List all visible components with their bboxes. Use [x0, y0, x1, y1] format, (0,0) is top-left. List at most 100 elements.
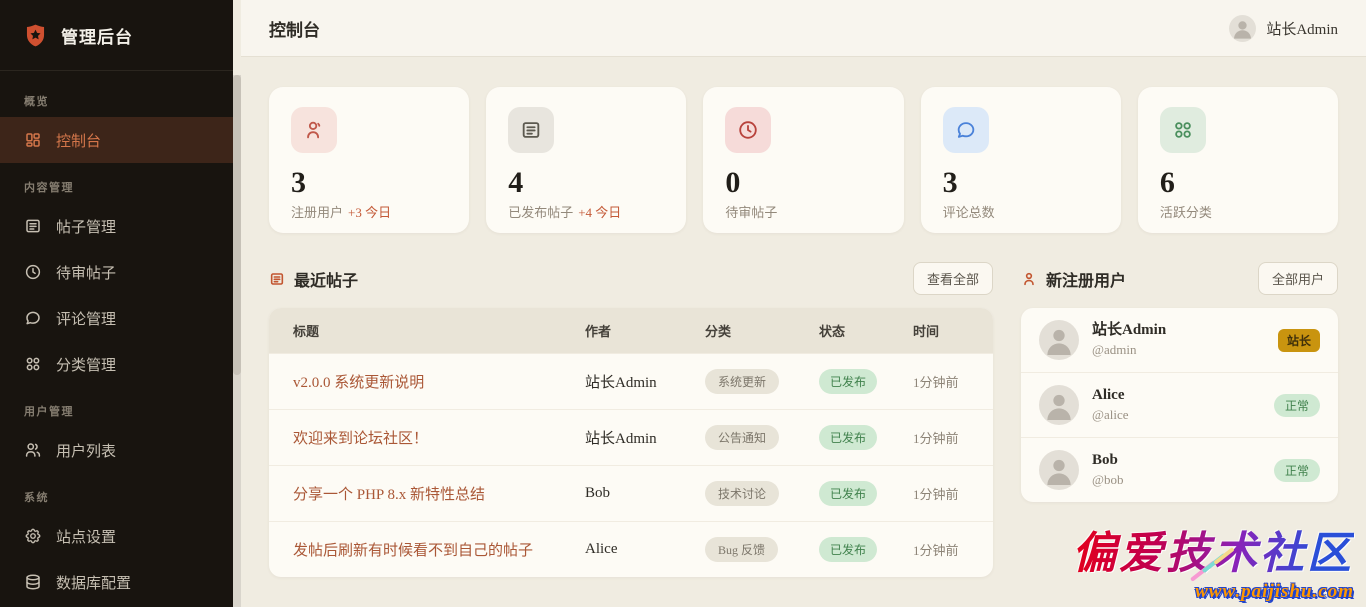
sidebar-item-site-settings[interactable]: 站点设置: [0, 513, 233, 559]
stat-value: 3: [291, 166, 447, 199]
clock-icon: [725, 107, 771, 153]
table-row: v2.0.0 系统更新说明 站长Admin 系统更新 已发布 1分钟前: [269, 354, 993, 410]
stat-card-active-categories: 6 活跃分类: [1138, 87, 1338, 233]
stat-delta: +4 今日: [578, 205, 621, 220]
stat-value: 0: [725, 166, 881, 199]
all-users-button[interactable]: 全部用户: [1258, 262, 1338, 295]
stat-label: 待审帖子: [725, 205, 777, 220]
user-name: 站长Admin: [1092, 322, 1166, 338]
sidebar-item-comments[interactable]: 评论管理: [0, 295, 233, 341]
new-users-title: 新注册用户: [1046, 267, 1258, 291]
sidebar-item-label: 站点设置: [56, 526, 116, 547]
stat-card-published-posts: 4 已发布帖子 +4 今日: [486, 87, 686, 233]
user-list-item[interactable]: Bob @bob 正常: [1021, 437, 1338, 502]
user-list-item[interactable]: Alice @alice 正常: [1021, 372, 1338, 437]
stat-label: 已发布帖子: [508, 205, 573, 220]
status-badge: 已发布: [819, 369, 877, 394]
new-users-card: 站长Admin @admin 站长 Alice @alice 正常: [1021, 308, 1338, 502]
stat-delta: +3 今日: [348, 205, 391, 220]
category-icon: [24, 355, 42, 373]
table-row: 分享一个 PHP 8.x 新特性总结 Bob 技术讨论 已发布 1分钟前: [269, 466, 993, 522]
post-icon: [508, 107, 554, 153]
user-avatar: [1039, 450, 1079, 490]
gear-icon: [24, 527, 42, 545]
user-avatar: [1039, 385, 1079, 425]
stat-card-registered-users: 3 注册用户 +3 今日: [269, 87, 469, 233]
col-author: 作者: [585, 308, 705, 354]
post-icon: [24, 217, 42, 235]
sidebar-item-dashboard[interactable]: 控制台: [0, 117, 233, 163]
sidebar-item-posts[interactable]: 帖子管理: [0, 203, 233, 249]
view-all-posts-button[interactable]: 查看全部: [913, 262, 993, 295]
stat-value: 3: [943, 166, 1099, 199]
recent-posts-section: 最近帖子 查看全部 标题 作者 分类 状态 时间: [269, 262, 993, 577]
sidebar-item-categories[interactable]: 分类管理: [0, 341, 233, 387]
user-icon: [1021, 271, 1037, 287]
users-icon: [24, 441, 42, 459]
col-time: 时间: [913, 308, 993, 354]
post-icon: [269, 271, 285, 287]
sidebar-item-label: 待审帖子: [56, 262, 116, 283]
nav-section-users: 用户管理: [0, 387, 233, 427]
col-title: 标题: [269, 308, 585, 354]
app-title: 管理后台: [61, 23, 133, 48]
current-user-name: 站长Admin: [1266, 18, 1338, 39]
post-title-link[interactable]: 发帖后刷新有时候看不到自己的帖子: [293, 543, 533, 559]
user-avatar: [1229, 15, 1256, 42]
post-title-link[interactable]: v2.0.0 系统更新说明: [293, 375, 424, 391]
user-name: Bob: [1092, 452, 1118, 468]
comment-icon: [943, 107, 989, 153]
sidebar-item-label: 帖子管理: [56, 216, 116, 237]
user-handle: @admin: [1092, 342, 1136, 357]
sidebar: 管理后台 概览 控制台 内容管理 帖子管理 待审帖子 评论管理 分类管理 用户管…: [0, 0, 233, 607]
post-time: 1分钟前: [913, 410, 993, 466]
nav-section-overview: 概览: [0, 77, 233, 117]
post-title-link[interactable]: 欢迎来到论坛社区！: [293, 431, 428, 447]
post-time: 1分钟前: [913, 466, 993, 522]
post-time: 1分钟前: [913, 354, 993, 410]
stat-label: 注册用户: [291, 205, 343, 220]
col-status: 状态: [819, 308, 913, 354]
status-badge: 已发布: [819, 481, 877, 506]
status-badge: 正常: [1274, 459, 1320, 482]
sidebar-scrollbar[interactable]: [233, 75, 241, 607]
post-author: Bob: [585, 466, 705, 522]
user-name: Alice: [1092, 387, 1124, 403]
watermark-url: www.paijishu.com: [1072, 581, 1354, 603]
recent-posts-table: 标题 作者 分类 状态 时间 v2.0.0 系统更新说明 站长Admin: [269, 308, 993, 577]
user-handle: @alice: [1092, 407, 1129, 422]
user-list-item[interactable]: 站长Admin @admin 站长: [1021, 308, 1338, 372]
sidebar-item-pending[interactable]: 待审帖子: [0, 249, 233, 295]
col-category: 分类: [705, 308, 819, 354]
scrollbar-thumb[interactable]: [233, 75, 241, 375]
post-author: Alice: [585, 522, 705, 578]
sidebar-item-user-list[interactable]: 用户列表: [0, 427, 233, 473]
sidebar-item-database-config[interactable]: 数据库配置: [0, 559, 233, 605]
current-user-chip[interactable]: 站长Admin: [1229, 15, 1338, 42]
post-author: 站长Admin: [585, 410, 705, 466]
status-badge: 已发布: [819, 537, 877, 562]
stat-label: 活跃分类: [1160, 205, 1212, 220]
dashboard-icon: [24, 131, 42, 149]
top-bar: 控制台 站长Admin: [241, 0, 1366, 57]
stat-card-total-comments: 3 评论总数: [921, 87, 1121, 233]
role-badge: 站长: [1278, 329, 1320, 352]
status-badge: 正常: [1274, 394, 1320, 417]
category-pill: 系统更新: [705, 369, 779, 394]
user-avatar: [1039, 320, 1079, 360]
post-title-link[interactable]: 分享一个 PHP 8.x 新特性总结: [293, 487, 485, 503]
sidebar-item-label: 评论管理: [56, 308, 116, 329]
stats-row: 3 注册用户+3 今日 4 已发布帖子+4 今日 0 待审帖子 3 评论总数 6: [269, 87, 1338, 233]
category-pill: 技术讨论: [705, 481, 779, 506]
stat-label: 评论总数: [943, 205, 995, 220]
database-icon: [24, 573, 42, 591]
new-users-section: 新注册用户 全部用户 站长Admin @admin 站长: [1021, 262, 1338, 577]
stat-card-pending-posts: 0 待审帖子: [703, 87, 903, 233]
sidebar-item-label: 控制台: [56, 130, 101, 151]
category-pill: Bug 反馈: [705, 537, 778, 562]
stat-value: 4: [508, 166, 664, 199]
shield-star-logo-icon: [22, 22, 49, 49]
recent-posts-title: 最近帖子: [294, 267, 913, 291]
nav-section-system: 系统: [0, 473, 233, 513]
sidebar-item-label: 数据库配置: [56, 572, 131, 593]
